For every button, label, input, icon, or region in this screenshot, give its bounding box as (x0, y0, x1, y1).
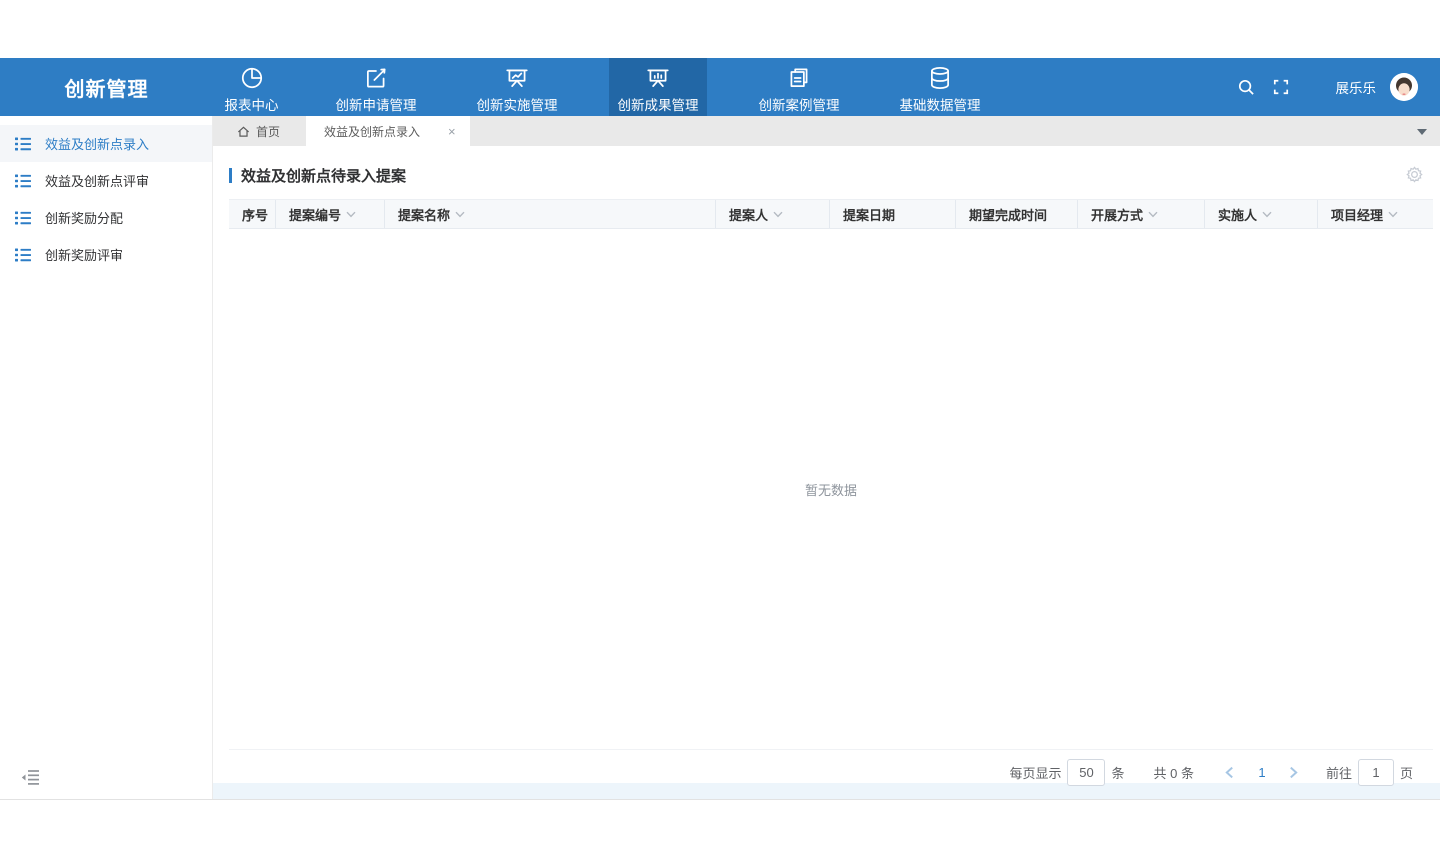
column-header[interactable]: 实施人 (1204, 200, 1317, 228)
sidebar-menu: 效益及创新点录入效益及创新点评审创新奖励分配创新奖励评审 (0, 116, 212, 273)
column-header[interactable]: 提案人 (715, 200, 829, 228)
chevron-down-icon (455, 211, 465, 218)
table-body: 暂无数据 (229, 229, 1433, 750)
collapse-sidebar-icon[interactable] (21, 769, 41, 787)
username[interactable]: 展乐乐 (1336, 77, 1377, 97)
proposals-table: 序号 提案编号 提案名称 提案人 提案日期 期望完成时间 开展方式 实施人 项目经理 暂无数据 (229, 199, 1433, 750)
column-header: 提案日期 (829, 200, 955, 228)
presentation-bar-icon (645, 64, 671, 92)
chevron-down-icon (346, 211, 356, 218)
list-icon (15, 246, 32, 263)
sidebar-item-label: 创新奖励分配 (45, 208, 123, 227)
topnav-item-report-center[interactable]: 报表中心 (203, 58, 300, 116)
database-icon (927, 64, 953, 92)
top-navigation-bar: 创新管理 报表中心创新申请管理创新实施管理创新成果管理创新案例管理基础数据管理 … (0, 58, 1440, 116)
topnav-item-innovation-case[interactable]: 创新案例管理 (744, 58, 854, 116)
sidebar-item-label: 效益及创新点录入 (45, 134, 149, 153)
empty-state-text: 暂无数据 (805, 480, 857, 499)
search-icon[interactable] (1234, 74, 1260, 100)
pagination: 每页显示 条 共 0 条 1 前往 页 (229, 759, 1413, 786)
column-header-label: 提案日期 (843, 205, 895, 224)
column-header[interactable]: 提案编号 (275, 200, 384, 228)
list-icon (15, 172, 32, 189)
topnav-item-label: 创新实施管理 (477, 94, 558, 114)
column-header-label: 提案人 (729, 205, 768, 224)
topbar-right-tools: 展乐乐 (1234, 58, 1440, 116)
sidebar-item-reward-allocation[interactable]: 创新奖励分配 (0, 199, 212, 236)
page-title: 效益及创新点待录入提案 (241, 165, 406, 186)
sidebar-item-benefit-entry[interactable]: 效益及创新点录入 (0, 125, 212, 162)
avatar[interactable] (1390, 73, 1418, 101)
goto-page-input[interactable] (1358, 759, 1394, 786)
column-header[interactable]: 开展方式 (1077, 200, 1204, 228)
list-icon (15, 209, 32, 226)
tab-bar: 首页 效益及创新点录入 × (213, 116, 1440, 146)
pie-chart-icon (239, 64, 265, 92)
tab-home-label: 首页 (256, 123, 280, 140)
column-header: 期望完成时间 (955, 200, 1077, 228)
column-header-label: 实施人 (1218, 205, 1257, 224)
column-header-label: 提案名称 (398, 205, 450, 224)
table-header-row: 序号 提案编号 提案名称 提案人 提案日期 期望完成时间 开展方式 实施人 项目经理 (229, 199, 1433, 229)
column-header-label: 序号 (242, 205, 268, 224)
list-icon (15, 135, 32, 152)
tab-list-caret-icon[interactable] (1417, 129, 1427, 135)
column-header-label: 提案编号 (289, 205, 341, 224)
chevron-down-icon (773, 211, 783, 218)
topnav-item-label: 创新成果管理 (618, 94, 699, 114)
app-title: 创新管理 (0, 58, 213, 116)
topnav-item-label: 基础数据管理 (900, 94, 981, 114)
content-panel: 效益及创新点待录入提案 序号 提案编号 提案名称 提案人 提案日期 期望完成时间 开展方式 实… (213, 146, 1440, 783)
column-header-label: 期望完成时间 (969, 205, 1047, 224)
per-page-unit: 条 (1111, 763, 1124, 782)
column-header[interactable]: 提案名称 (384, 200, 715, 228)
app-body: 效益及创新点录入效益及创新点评审创新奖励分配创新奖励评审 首页 效益及创新点录入… (0, 116, 1440, 800)
table-settings-gear-icon[interactable] (1406, 166, 1424, 184)
per-page-label: 每页显示 (1009, 763, 1061, 782)
chevron-down-icon (1388, 211, 1398, 218)
tab-benefit-entry[interactable]: 效益及创新点录入 × (306, 116, 470, 146)
sidebar-item-label: 创新奖励评审 (45, 245, 123, 264)
tab-label: 效益及创新点录入 (324, 123, 420, 140)
edit-icon (363, 64, 389, 92)
prev-page-icon[interactable] (1218, 761, 1242, 785)
page-number[interactable]: 1 (1248, 765, 1276, 780)
topnav-item-innovation-achievement[interactable]: 创新成果管理 (609, 58, 707, 116)
topnav-item-label: 报表中心 (225, 94, 279, 114)
chevron-down-icon (1262, 211, 1272, 218)
title-accent-bar (229, 168, 232, 183)
sidebar-item-benefit-review[interactable]: 效益及创新点评审 (0, 162, 212, 199)
top-menu: 报表中心 创新申请管理 创新实施管理 创新成果管理 创新案例管理 基础数据管理 (203, 58, 995, 116)
presentation-line-icon (504, 64, 530, 92)
page-title-row: 效益及创新点待录入提案 (229, 160, 1440, 190)
top-margin (0, 0, 1440, 58)
goto-unit: 页 (1400, 763, 1413, 782)
tab-home[interactable]: 首页 (213, 116, 306, 146)
column-header[interactable]: 项目经理 (1317, 200, 1433, 228)
column-header-label: 项目经理 (1331, 205, 1383, 224)
topnav-item-label: 创新案例管理 (759, 94, 840, 114)
sidebar-item-label: 效益及创新点评审 (45, 171, 149, 190)
goto-label: 前往 (1326, 763, 1352, 782)
column-header: 序号 (229, 200, 275, 228)
topnav-item-base-data[interactable]: 基础数据管理 (885, 58, 995, 116)
column-header-label: 开展方式 (1091, 205, 1143, 224)
topnav-item-innovation-apply[interactable]: 创新申请管理 (321, 58, 431, 116)
topnav-item-innovation-implement[interactable]: 创新实施管理 (462, 58, 572, 116)
app-window: 创新管理 报表中心创新申请管理创新实施管理创新成果管理创新案例管理基础数据管理 … (0, 0, 1440, 860)
next-page-icon[interactable] (1282, 761, 1306, 785)
per-page-input[interactable] (1067, 759, 1105, 786)
chevron-down-icon (1148, 211, 1158, 218)
home-icon (237, 125, 250, 138)
sidebar: 效益及创新点录入效益及创新点评审创新奖励分配创新奖励评审 (0, 116, 213, 799)
sidebar-item-reward-review[interactable]: 创新奖励评审 (0, 236, 212, 273)
total-count: 共 0 条 (1154, 763, 1194, 782)
main-area: 首页 效益及创新点录入 × 效益及创新点待录入提案 序号 提案编号 提案名称 提案人 提… (213, 116, 1440, 799)
topnav-item-label: 创新申请管理 (336, 94, 417, 114)
tab-close-icon[interactable]: × (448, 125, 456, 138)
documents-icon (786, 64, 812, 92)
fullscreen-icon[interactable] (1268, 74, 1294, 100)
